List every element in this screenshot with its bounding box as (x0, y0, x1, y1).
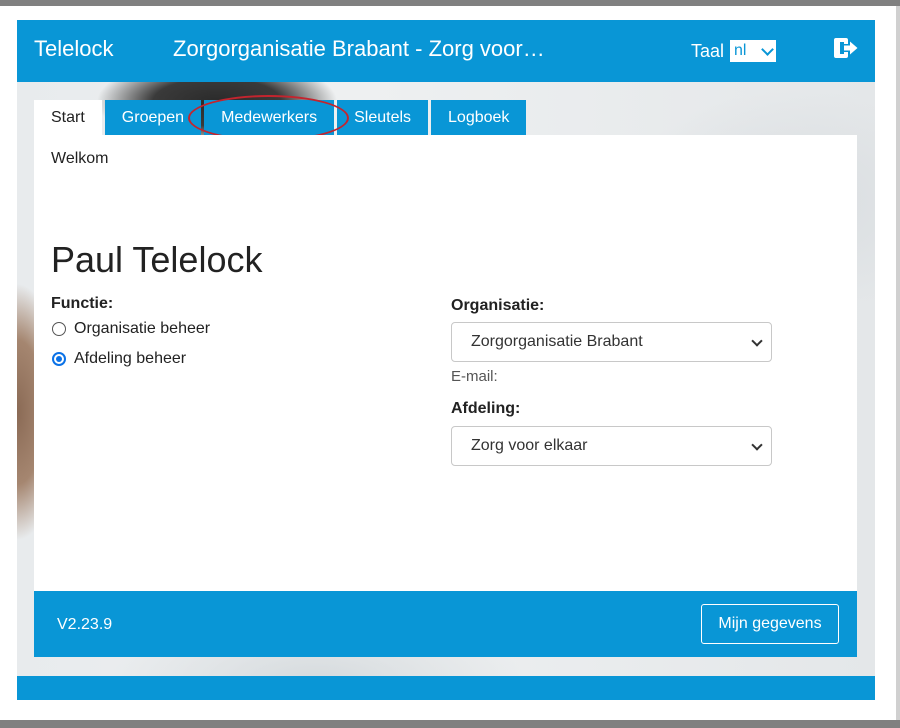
language-select-value: nl (734, 42, 747, 59)
organisatie-select[interactable]: Zorgorganisatie Brabant (451, 322, 772, 362)
screenshot-frame-bottom (0, 720, 900, 728)
language-label: Taal (691, 40, 725, 61)
radio-button-unchecked[interactable] (52, 322, 66, 336)
app-window: Telelock Zorgorganisatie Brabant - Zorg … (17, 20, 875, 700)
brand-logo-text[interactable]: Telelock (34, 36, 113, 62)
tab-groepen[interactable]: Groepen (104, 100, 202, 135)
tab-sleutels[interactable]: Sleutels (337, 100, 429, 135)
functie-label: Functie: (51, 295, 114, 312)
radio-label: Organisatie beheer (74, 320, 211, 337)
version-label: V2.23.9 (57, 616, 113, 633)
language-select[interactable]: nl (730, 40, 777, 62)
bottom-bar (17, 676, 875, 700)
chevron-down-icon (751, 335, 763, 347)
radio-button-checked[interactable] (52, 352, 66, 366)
afdeling-select-value: Zorg voor elkaar (471, 437, 588, 454)
screenshot-frame-right (896, 6, 900, 720)
main-tabs: Start Groepen Medewerkers Sleutels Logbo… (34, 100, 529, 135)
chevron-down-icon (751, 439, 763, 451)
screenshot-frame-top (0, 0, 900, 6)
start-panel: Welkom Paul Telelock Functie: Organisati… (34, 135, 857, 591)
panel-footer: V2.23.9 Mijn gegevens (34, 591, 857, 657)
tab-medewerkers[interactable]: Medewerkers (204, 100, 335, 135)
afdeling-select[interactable]: Zorg voor elkaar (451, 426, 772, 466)
email-label: E-mail: (451, 368, 498, 385)
afdeling-label: Afdeling: (451, 400, 521, 417)
tab-logboek[interactable]: Logboek (431, 100, 527, 135)
my-data-button[interactable]: Mijn gegevens (701, 604, 839, 644)
tab-start[interactable]: Start (34, 100, 102, 135)
user-name-heading: Paul Telelock (51, 239, 263, 280)
logout-icon[interactable] (833, 36, 859, 60)
chevron-down-icon (761, 42, 774, 56)
radio-label: Afdeling beheer (74, 350, 187, 367)
organization-title: Zorgorganisatie Brabant - Zorg voor… (173, 36, 545, 61)
radio-afdeling-beheer[interactable]: Afdeling beheer (52, 350, 186, 368)
organisatie-label: Organisatie: (451, 297, 545, 314)
language-switcher: Taal nl (691, 40, 777, 62)
radio-organisatie-beheer[interactable]: Organisatie beheer (52, 320, 210, 338)
welcome-text: Welkom (51, 150, 109, 167)
top-header: Telelock Zorgorganisatie Brabant - Zorg … (17, 20, 875, 82)
organisatie-select-value: Zorgorganisatie Brabant (471, 333, 643, 350)
